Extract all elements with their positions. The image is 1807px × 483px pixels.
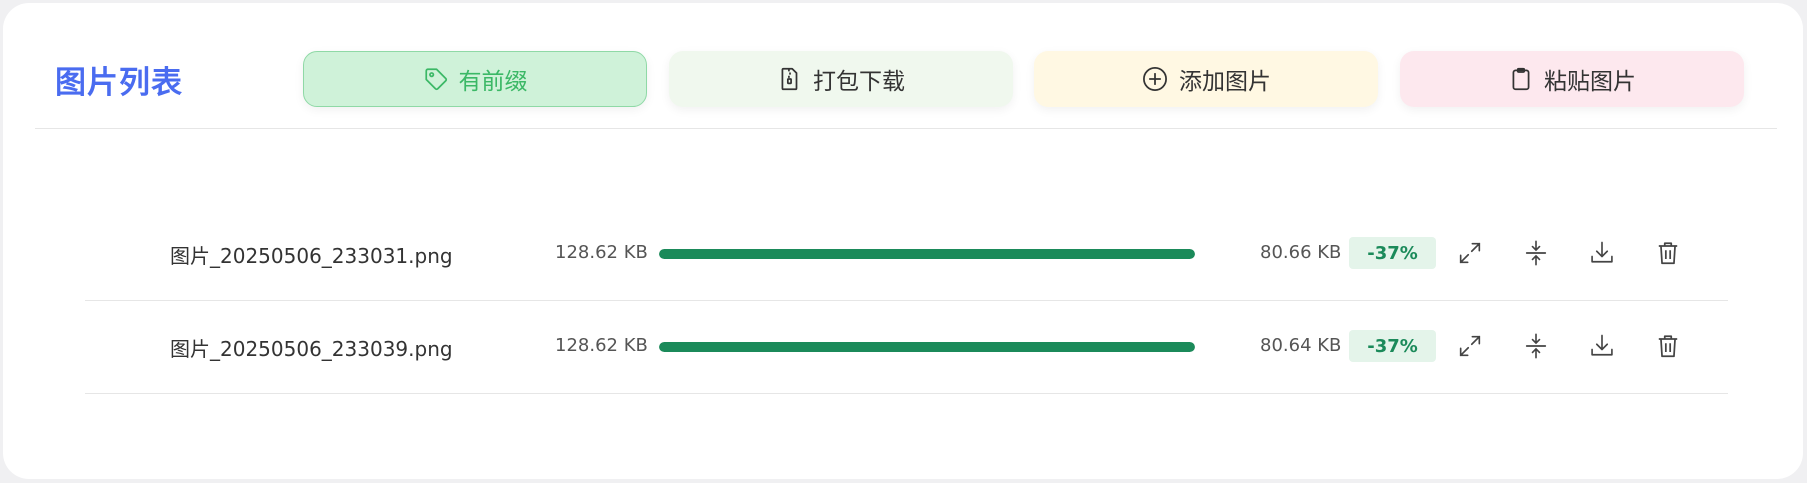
download-icon[interactable]	[1587, 331, 1617, 361]
file-name: 图片_20250506_233039.png	[170, 337, 453, 361]
file-row: 图片_20250506_233031.png 128.62 KB 80.66 K…	[85, 208, 1728, 301]
prefix-button-label: 有前缀	[458, 69, 528, 95]
file-name: 图片_20250506_233031.png	[170, 244, 453, 268]
expand-icon[interactable]	[1455, 238, 1485, 268]
progress-bar	[659, 249, 1195, 259]
zip-button-label: 打包下载	[813, 69, 905, 95]
trash-icon[interactable]	[1653, 238, 1683, 268]
progress-bar-fill	[659, 249, 1195, 259]
zip-file-icon	[777, 66, 803, 92]
expand-icon[interactable]	[1455, 331, 1485, 361]
paste-image-button[interactable]: 粘贴图片	[1400, 51, 1744, 107]
add-button-label: 添加图片	[1179, 69, 1271, 95]
prefix-toggle-button[interactable]: 有前缀	[303, 51, 647, 107]
original-size: 128.62 KB	[555, 242, 648, 263]
header-divider	[35, 128, 1777, 129]
file-row: 图片_20250506_233039.png 128.62 KB 80.64 K…	[85, 301, 1728, 394]
paste-button-label: 粘贴图片	[1544, 69, 1636, 95]
progress-bar	[659, 342, 1195, 352]
compress-icon[interactable]	[1521, 331, 1551, 361]
reduction-badge: -37%	[1349, 330, 1436, 362]
header: 图片列表 有前缀 打包下载 添加图片 粘贴图片	[3, 3, 1803, 129]
original-size: 128.62 KB	[555, 335, 648, 356]
download-zip-button[interactable]: 打包下载	[669, 51, 1013, 107]
compressed-size: 80.66 KB	[1260, 242, 1342, 263]
page-title: 图片列表	[55, 65, 183, 101]
download-icon[interactable]	[1587, 238, 1617, 268]
reduction-badge: -37%	[1349, 237, 1436, 269]
plus-circle-icon	[1141, 65, 1169, 93]
add-image-button[interactable]: 添加图片	[1034, 51, 1378, 107]
image-list-card: 图片列表 有前缀 打包下载 添加图片 粘贴图片 图片_20250506_2330…	[3, 3, 1803, 479]
compress-icon[interactable]	[1521, 238, 1551, 268]
trash-icon[interactable]	[1653, 331, 1683, 361]
tag-icon	[423, 66, 449, 92]
compressed-size: 80.64 KB	[1260, 335, 1342, 356]
progress-bar-fill	[659, 342, 1195, 352]
clipboard-icon	[1508, 66, 1534, 92]
